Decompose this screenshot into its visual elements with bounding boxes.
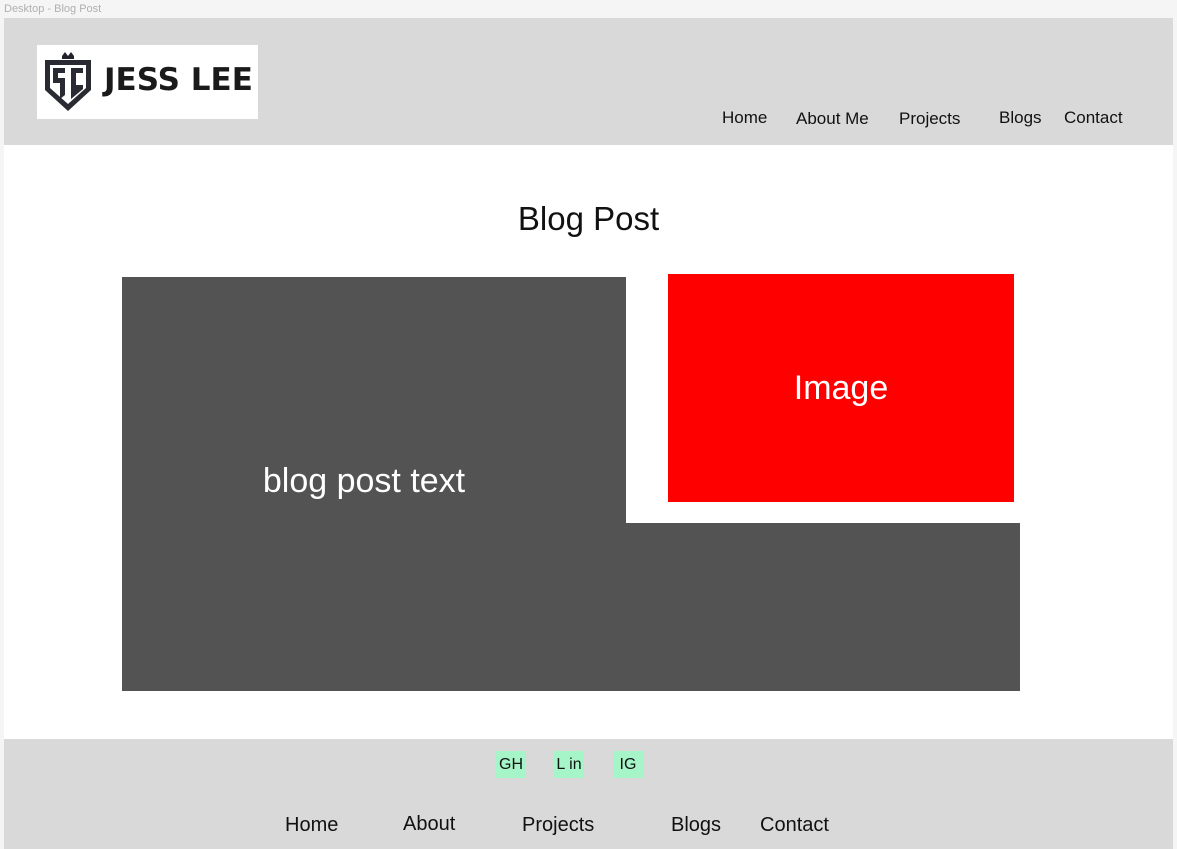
blog-text-placeholder: blog post text	[262, 462, 466, 500]
linkedin-link[interactable]: L in	[554, 751, 584, 778]
nav-projects[interactable]: Projects	[899, 109, 960, 129]
github-label: GH	[499, 755, 523, 773]
logo-text: JESS LEE	[104, 62, 253, 98]
github-link[interactable]: GH	[496, 751, 526, 778]
instagram-label: IG	[619, 755, 637, 773]
instagram-link[interactable]: IG	[613, 751, 643, 778]
nav-home[interactable]: Home	[722, 108, 767, 128]
site-header: JESS LEE Home About Me Projects Blogs Co…	[4, 18, 1173, 145]
image-placeholder: Image	[668, 274, 1014, 502]
image-placeholder-label: Image	[793, 368, 889, 407]
page-title: Blog Post	[517, 200, 660, 237]
linkedin-label: L in	[556, 755, 582, 773]
frame-label: Desktop - Blog Post	[4, 3, 102, 15]
footer-nav-projects[interactable]: Projects	[522, 814, 594, 837]
shield-monogram-icon	[45, 52, 91, 111]
footer-nav-contact[interactable]: Contact	[760, 814, 829, 837]
blog-text-block-extension	[626, 523, 1020, 691]
nav-contact[interactable]: Contact	[1064, 108, 1123, 128]
nav-blogs[interactable]: Blogs	[999, 108, 1042, 128]
footer-nav-about[interactable]: About	[403, 813, 455, 836]
footer-nav-home[interactable]: Home	[285, 814, 338, 837]
site-footer: GH L in IG Home About Projects Blogs Con…	[4, 739, 1173, 849]
desktop-frame: JESS LEE Home About Me Projects Blogs Co…	[4, 18, 1173, 849]
footer-nav-blogs[interactable]: Blogs	[671, 814, 721, 837]
logo[interactable]: JESS LEE	[37, 45, 258, 119]
nav-about-me[interactable]: About Me	[796, 109, 869, 129]
